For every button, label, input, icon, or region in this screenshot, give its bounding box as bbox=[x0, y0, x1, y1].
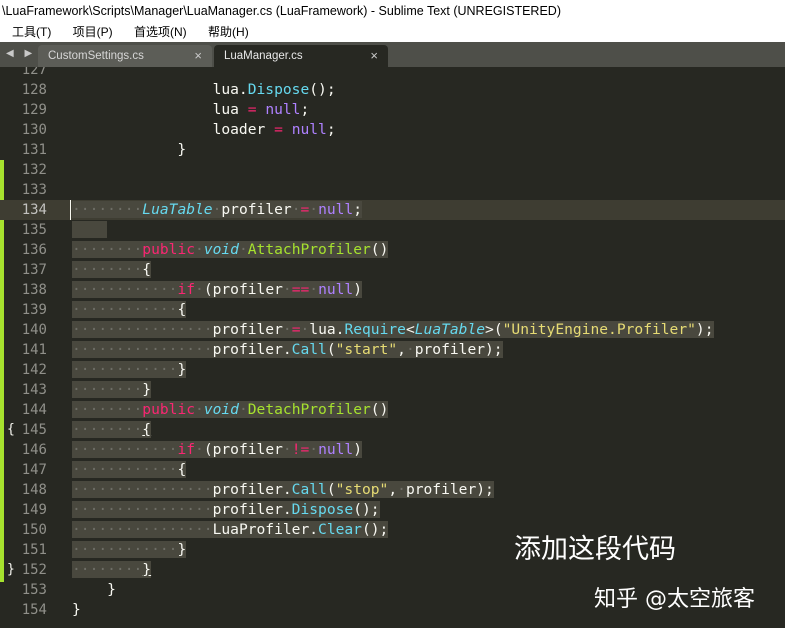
code-line[interactable]: 130 loader = null; bbox=[0, 120, 785, 140]
code-line[interactable]: 146 ············if·(profiler·!=·null) bbox=[0, 440, 785, 460]
menu-bar: 工具(T) 项目(P) 首选项(N) 帮助(H) bbox=[0, 22, 785, 42]
line-number[interactable]: 127 bbox=[0, 67, 47, 80]
code-line[interactable]: 141 ················profiler.Call("start"… bbox=[0, 340, 785, 360]
code-text[interactable]: ········} bbox=[72, 560, 152, 580]
tab-lua-manager[interactable]: LuaManager.cs × bbox=[214, 45, 388, 67]
code-text[interactable]: ············{ bbox=[72, 300, 187, 320]
tab-bar: ◀ ▶ CustomSettings.cs × LuaManager.cs × bbox=[0, 42, 785, 67]
code-line[interactable]: 145{········{ bbox=[0, 420, 785, 440]
line-number[interactable]: 148 bbox=[0, 480, 47, 500]
code-text[interactable]: lua.Dispose(); bbox=[72, 80, 336, 100]
line-number[interactable]: 154 bbox=[0, 600, 47, 620]
close-icon[interactable]: × bbox=[194, 45, 202, 67]
line-number[interactable]: 138 bbox=[0, 280, 47, 300]
code-line[interactable]: 136 ········public·void·AttachProfiler() bbox=[0, 240, 785, 260]
code-text[interactable]: ············} bbox=[72, 540, 187, 560]
fold-marker-icon[interactable]: } bbox=[7, 560, 15, 580]
annotation-text: 添加这段代码 bbox=[514, 534, 676, 565]
code-text[interactable]: ················profiler.Dispose(); bbox=[72, 500, 380, 520]
code-line[interactable]: 133 bbox=[0, 180, 785, 200]
code-text[interactable]: ········public·void·AttachProfiler() bbox=[72, 240, 389, 260]
code-text[interactable]: ················profiler.Call("stop",·pr… bbox=[72, 480, 494, 500]
window-title-bar: \LuaFramework\Scripts\Manager\LuaManager… bbox=[0, 0, 785, 22]
code-line[interactable]: 129 lua = null; bbox=[0, 100, 785, 120]
line-number[interactable]: 146 bbox=[0, 440, 47, 460]
fold-marker-icon[interactable]: { bbox=[7, 420, 15, 440]
code-text[interactable]: lua = null; bbox=[72, 100, 310, 120]
code-line[interactable]: 148 ················profiler.Call("stop",… bbox=[0, 480, 785, 500]
line-number[interactable]: 134 bbox=[0, 200, 47, 220]
code-line[interactable]: 142 ············} bbox=[0, 360, 785, 380]
menu-preferences[interactable]: 首选项(N) bbox=[128, 22, 193, 42]
line-number[interactable]: 129 bbox=[0, 100, 47, 120]
code-text[interactable]: ················LuaProfiler.Clear(); bbox=[72, 520, 389, 540]
menu-tools[interactable]: 工具(T) bbox=[6, 22, 57, 42]
code-text[interactable]: loader = null; bbox=[72, 120, 336, 140]
line-number[interactable]: 133 bbox=[0, 180, 47, 200]
line-number[interactable]: 143 bbox=[0, 380, 47, 400]
line-number[interactable]: 128 bbox=[0, 80, 47, 100]
code-line[interactable]: 135 bbox=[0, 220, 785, 240]
line-number[interactable]: 139 bbox=[0, 300, 47, 320]
code-line[interactable]: 131 } bbox=[0, 140, 785, 160]
code-text[interactable] bbox=[72, 220, 108, 240]
tab-label: CustomSettings.cs bbox=[48, 50, 144, 62]
line-number[interactable]: 136 bbox=[0, 240, 47, 260]
line-number[interactable]: 137 bbox=[0, 260, 47, 280]
line-number[interactable]: 132 bbox=[0, 160, 47, 180]
close-icon[interactable]: × bbox=[370, 45, 378, 67]
code-line[interactable]: 134 ········LuaTable·profiler·=·null; bbox=[0, 200, 785, 220]
line-number[interactable]: 149 bbox=[0, 500, 47, 520]
code-line[interactable]: 149 ················profiler.Dispose(); bbox=[0, 500, 785, 520]
code-text[interactable]: ················profiler·=·lua.Require<L… bbox=[72, 320, 714, 340]
code-text[interactable]: ············{ bbox=[72, 460, 187, 480]
code-line[interactable]: 144 ········public·void·DetachProfiler() bbox=[0, 400, 785, 420]
line-number[interactable]: 142 bbox=[0, 360, 47, 380]
code-line[interactable]: 147 ············{ bbox=[0, 460, 785, 480]
text-caret bbox=[70, 200, 71, 220]
code-text[interactable]: ················profiler.Call("start",·p… bbox=[72, 340, 503, 360]
code-text[interactable]: ············if·(profiler·!=·null) bbox=[72, 440, 363, 460]
line-number[interactable]: 144 bbox=[0, 400, 47, 420]
code-text[interactable]: ············} bbox=[72, 360, 187, 380]
line-number[interactable]: 147 bbox=[0, 460, 47, 480]
menu-project[interactable]: 项目(P) bbox=[67, 22, 119, 42]
code-text[interactable]: } bbox=[72, 600, 81, 620]
watermark: 知乎 @太空旅客 bbox=[594, 587, 755, 612]
code-line[interactable]: 137 ········{ bbox=[0, 260, 785, 280]
tab-nav-arrows-icon[interactable]: ◀ ▶ bbox=[6, 48, 36, 59]
line-number[interactable]: 131 bbox=[0, 140, 47, 160]
line-number[interactable]: 151 bbox=[0, 540, 47, 560]
code-line[interactable]: 138 ············if·(profiler·==·null) bbox=[0, 280, 785, 300]
line-number[interactable]: 150 bbox=[0, 520, 47, 540]
code-text[interactable]: ········{ bbox=[72, 260, 152, 280]
code-line[interactable]: 132 bbox=[0, 160, 785, 180]
code-text[interactable]: } bbox=[72, 580, 116, 600]
code-line[interactable]: 140 ················profiler·=·lua.Requir… bbox=[0, 320, 785, 340]
line-number[interactable]: 153 bbox=[0, 580, 47, 600]
window-title: \LuaFramework\Scripts\Manager\LuaManager… bbox=[2, 4, 561, 18]
line-number[interactable]: 141 bbox=[0, 340, 47, 360]
code-text[interactable]: ········public·void·DetachProfiler() bbox=[72, 400, 389, 420]
code-line[interactable]: 128 lua.Dispose(); bbox=[0, 80, 785, 100]
tab-custom-settings[interactable]: CustomSettings.cs × bbox=[38, 45, 212, 67]
line-number[interactable]: 140 bbox=[0, 320, 47, 340]
tab-label: LuaManager.cs bbox=[224, 50, 303, 62]
line-number[interactable]: 135 bbox=[0, 220, 47, 240]
code-text[interactable]: ········{ bbox=[72, 420, 152, 440]
code-line[interactable]: 143 ········} bbox=[0, 380, 785, 400]
code-text[interactable]: } bbox=[72, 140, 186, 160]
code-text[interactable]: ············if·(profiler·==·null) bbox=[72, 280, 363, 300]
code-line[interactable]: 139 ············{ bbox=[0, 300, 785, 320]
menu-help[interactable]: 帮助(H) bbox=[202, 22, 255, 42]
code-text[interactable]: ········LuaTable·profiler·=·null; bbox=[72, 200, 363, 220]
line-number[interactable]: 130 bbox=[0, 120, 47, 140]
code-line[interactable]: 127 bbox=[0, 67, 785, 80]
code-text[interactable]: ········} bbox=[72, 380, 152, 400]
